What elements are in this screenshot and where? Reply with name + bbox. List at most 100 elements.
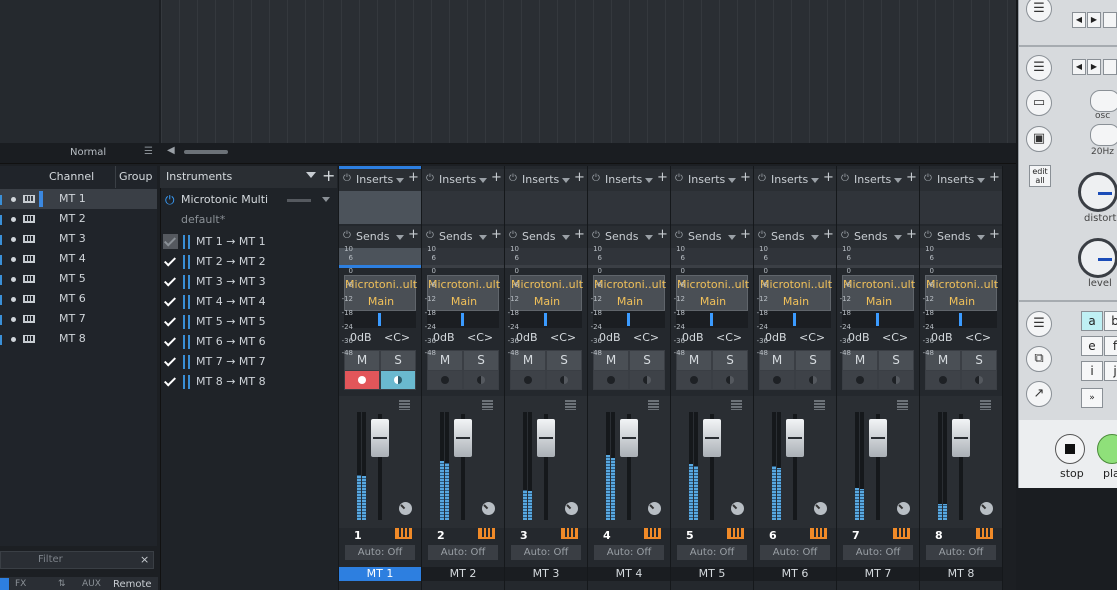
prev-arrow-icon[interactable]: ◀ <box>1072 12 1086 28</box>
instrument-keyboard-icon[interactable] <box>893 528 910 539</box>
inserts-dropdown-icon[interactable] <box>977 178 985 183</box>
sends-dropdown-icon[interactable] <box>479 235 487 240</box>
add-send-button[interactable]: + <box>740 227 751 242</box>
solo-button[interactable]: S <box>879 351 913 370</box>
meter-options-icon[interactable] <box>648 400 659 410</box>
channel-name-label[interactable]: MT 7 <box>837 567 919 581</box>
io-routing-box[interactable]: Microtoni..ulti Main <box>842 275 915 311</box>
add-instrument-button[interactable]: + <box>322 166 335 185</box>
stop-button[interactable] <box>1055 434 1085 464</box>
route-checkbox[interactable] <box>163 334 178 349</box>
add-send-button[interactable]: + <box>491 227 502 242</box>
pattern-button-a[interactable]: a <box>1081 311 1103 331</box>
route-checkbox[interactable] <box>163 254 178 269</box>
io-routing-box[interactable]: Microtoni..ulti Main <box>427 275 500 311</box>
instrument-keyboard-icon[interactable] <box>478 528 495 539</box>
channel-row[interactable]: MT 4 <box>0 249 157 269</box>
instrument-route[interactable]: MT 5 → MT 5 <box>160 312 337 332</box>
instrument-route[interactable]: MT 1 → MT 1 <box>160 232 337 252</box>
power-icon[interactable]: ⏻ <box>924 173 932 184</box>
instrument-keyboard-icon[interactable] <box>561 528 578 539</box>
meter-options-icon[interactable] <box>897 400 908 410</box>
channel-name-label[interactable]: MT 1 <box>339 567 421 581</box>
channel-row[interactable]: MT 8 <box>0 329 157 349</box>
pan-slider[interactable] <box>759 311 831 328</box>
morph-icon[interactable]: ↗ <box>1026 381 1052 407</box>
hz-switch[interactable] <box>1090 124 1117 146</box>
sends-dropdown-icon[interactable] <box>894 235 902 240</box>
add-insert-button[interactable]: + <box>989 170 1000 185</box>
plugin-slider[interactable] <box>287 199 311 202</box>
channel-row[interactable]: MT 6 <box>0 289 157 309</box>
record-arm-button[interactable] <box>511 371 545 389</box>
volume-readout[interactable]: 0dB <box>350 331 372 344</box>
pan-readout[interactable]: <C> <box>467 331 493 344</box>
channel-name-label[interactable]: MT 6 <box>754 567 836 581</box>
scroll-left-icon[interactable]: ◀ <box>167 145 175 156</box>
volume-fader[interactable] <box>620 419 638 457</box>
channel-column-header[interactable]: Channel <box>49 170 94 183</box>
record-arm-button[interactable] <box>428 371 462 389</box>
volume-readout[interactable]: 0dB <box>848 331 870 344</box>
volume-fader[interactable] <box>869 419 887 457</box>
monitor-button[interactable] <box>381 371 415 389</box>
arrangement-grid[interactable] <box>161 0 1016 143</box>
volume-readout[interactable]: 0dB <box>931 331 953 344</box>
pattern-button-j[interactable]: j <box>1104 361 1117 381</box>
monitor-button[interactable] <box>713 371 747 389</box>
copy-icon[interactable]: ⧉ <box>1026 346 1052 372</box>
power-icon[interactable]: ⏻ <box>924 230 932 241</box>
tab-sort-icon[interactable]: ⇅ <box>58 579 66 589</box>
meter-options-icon[interactable] <box>980 400 991 410</box>
power-icon[interactable]: ⏻ <box>343 173 351 184</box>
pattern-button-f[interactable]: f <box>1104 336 1117 356</box>
instrument-route[interactable]: MT 8 → MT 8 <box>160 372 337 392</box>
power-icon[interactable]: ⏻ <box>758 173 766 184</box>
edit-all-button[interactable]: edit all <box>1029 165 1051 187</box>
prev-arrow-icon[interactable]: ◀ <box>1072 59 1086 75</box>
power-icon[interactable]: ⏻ <box>426 230 434 241</box>
osc-switch[interactable] <box>1090 90 1117 112</box>
add-insert-button[interactable]: + <box>740 170 751 185</box>
monitor-button[interactable] <box>547 371 581 389</box>
volume-fader[interactable] <box>703 419 721 457</box>
automation-mode-button[interactable]: Auto: Off <box>345 545 415 560</box>
instrument-route[interactable]: MT 6 → MT 6 <box>160 332 337 352</box>
io-routing-box[interactable]: Microtoni..ulti Main <box>344 275 417 311</box>
channel-row[interactable]: MT 1 <box>0 189 157 209</box>
inserts-slot-area[interactable] <box>920 191 1002 224</box>
pan-readout[interactable]: <C> <box>550 331 576 344</box>
pan-knob[interactable] <box>980 502 993 515</box>
volume-readout[interactable]: 0dB <box>599 331 621 344</box>
tab-fx[interactable]: FX <box>15 579 26 589</box>
pan-slider[interactable] <box>427 311 499 328</box>
inserts-slot-area[interactable] <box>837 191 919 224</box>
automation-mode-button[interactable]: Auto: Off <box>843 545 913 560</box>
power-icon[interactable]: ⏻ <box>675 230 683 241</box>
tab-remote[interactable]: Remote <box>113 579 152 590</box>
instrument-route[interactable]: MT 7 → MT 7 <box>160 352 337 372</box>
inserts-slot-area[interactable] <box>588 191 670 224</box>
power-icon[interactable]: ⏻ <box>343 230 351 241</box>
channel-name-label[interactable]: MT 8 <box>920 567 1002 581</box>
add-send-button[interactable]: + <box>823 227 834 242</box>
visibility-dot-icon[interactable] <box>11 197 16 202</box>
pan-knob[interactable] <box>648 502 661 515</box>
volume-fader[interactable] <box>454 419 472 457</box>
instrument-keyboard-icon[interactable] <box>976 528 993 539</box>
channel-name-label[interactable]: MT 5 <box>671 567 753 581</box>
sends-dropdown-icon[interactable] <box>396 235 404 240</box>
record-arm-button[interactable] <box>345 371 379 389</box>
sends-dropdown-icon[interactable] <box>728 235 736 240</box>
route-checkbox[interactable] <box>163 294 178 309</box>
visibility-dot-icon[interactable] <box>11 317 16 322</box>
record-arm-button[interactable] <box>760 371 794 389</box>
inserts-slot-area[interactable] <box>505 191 587 224</box>
io-routing-box[interactable]: Microtoni..ulti Main <box>593 275 666 311</box>
visibility-dot-icon[interactable] <box>11 257 16 262</box>
volume-fader[interactable] <box>786 419 804 457</box>
next-arrow-icon[interactable]: ▶ <box>1087 12 1101 28</box>
timebase-mode[interactable]: Normal <box>70 147 106 158</box>
add-insert-button[interactable]: + <box>657 170 668 185</box>
distort-knob[interactable] <box>1078 172 1117 212</box>
